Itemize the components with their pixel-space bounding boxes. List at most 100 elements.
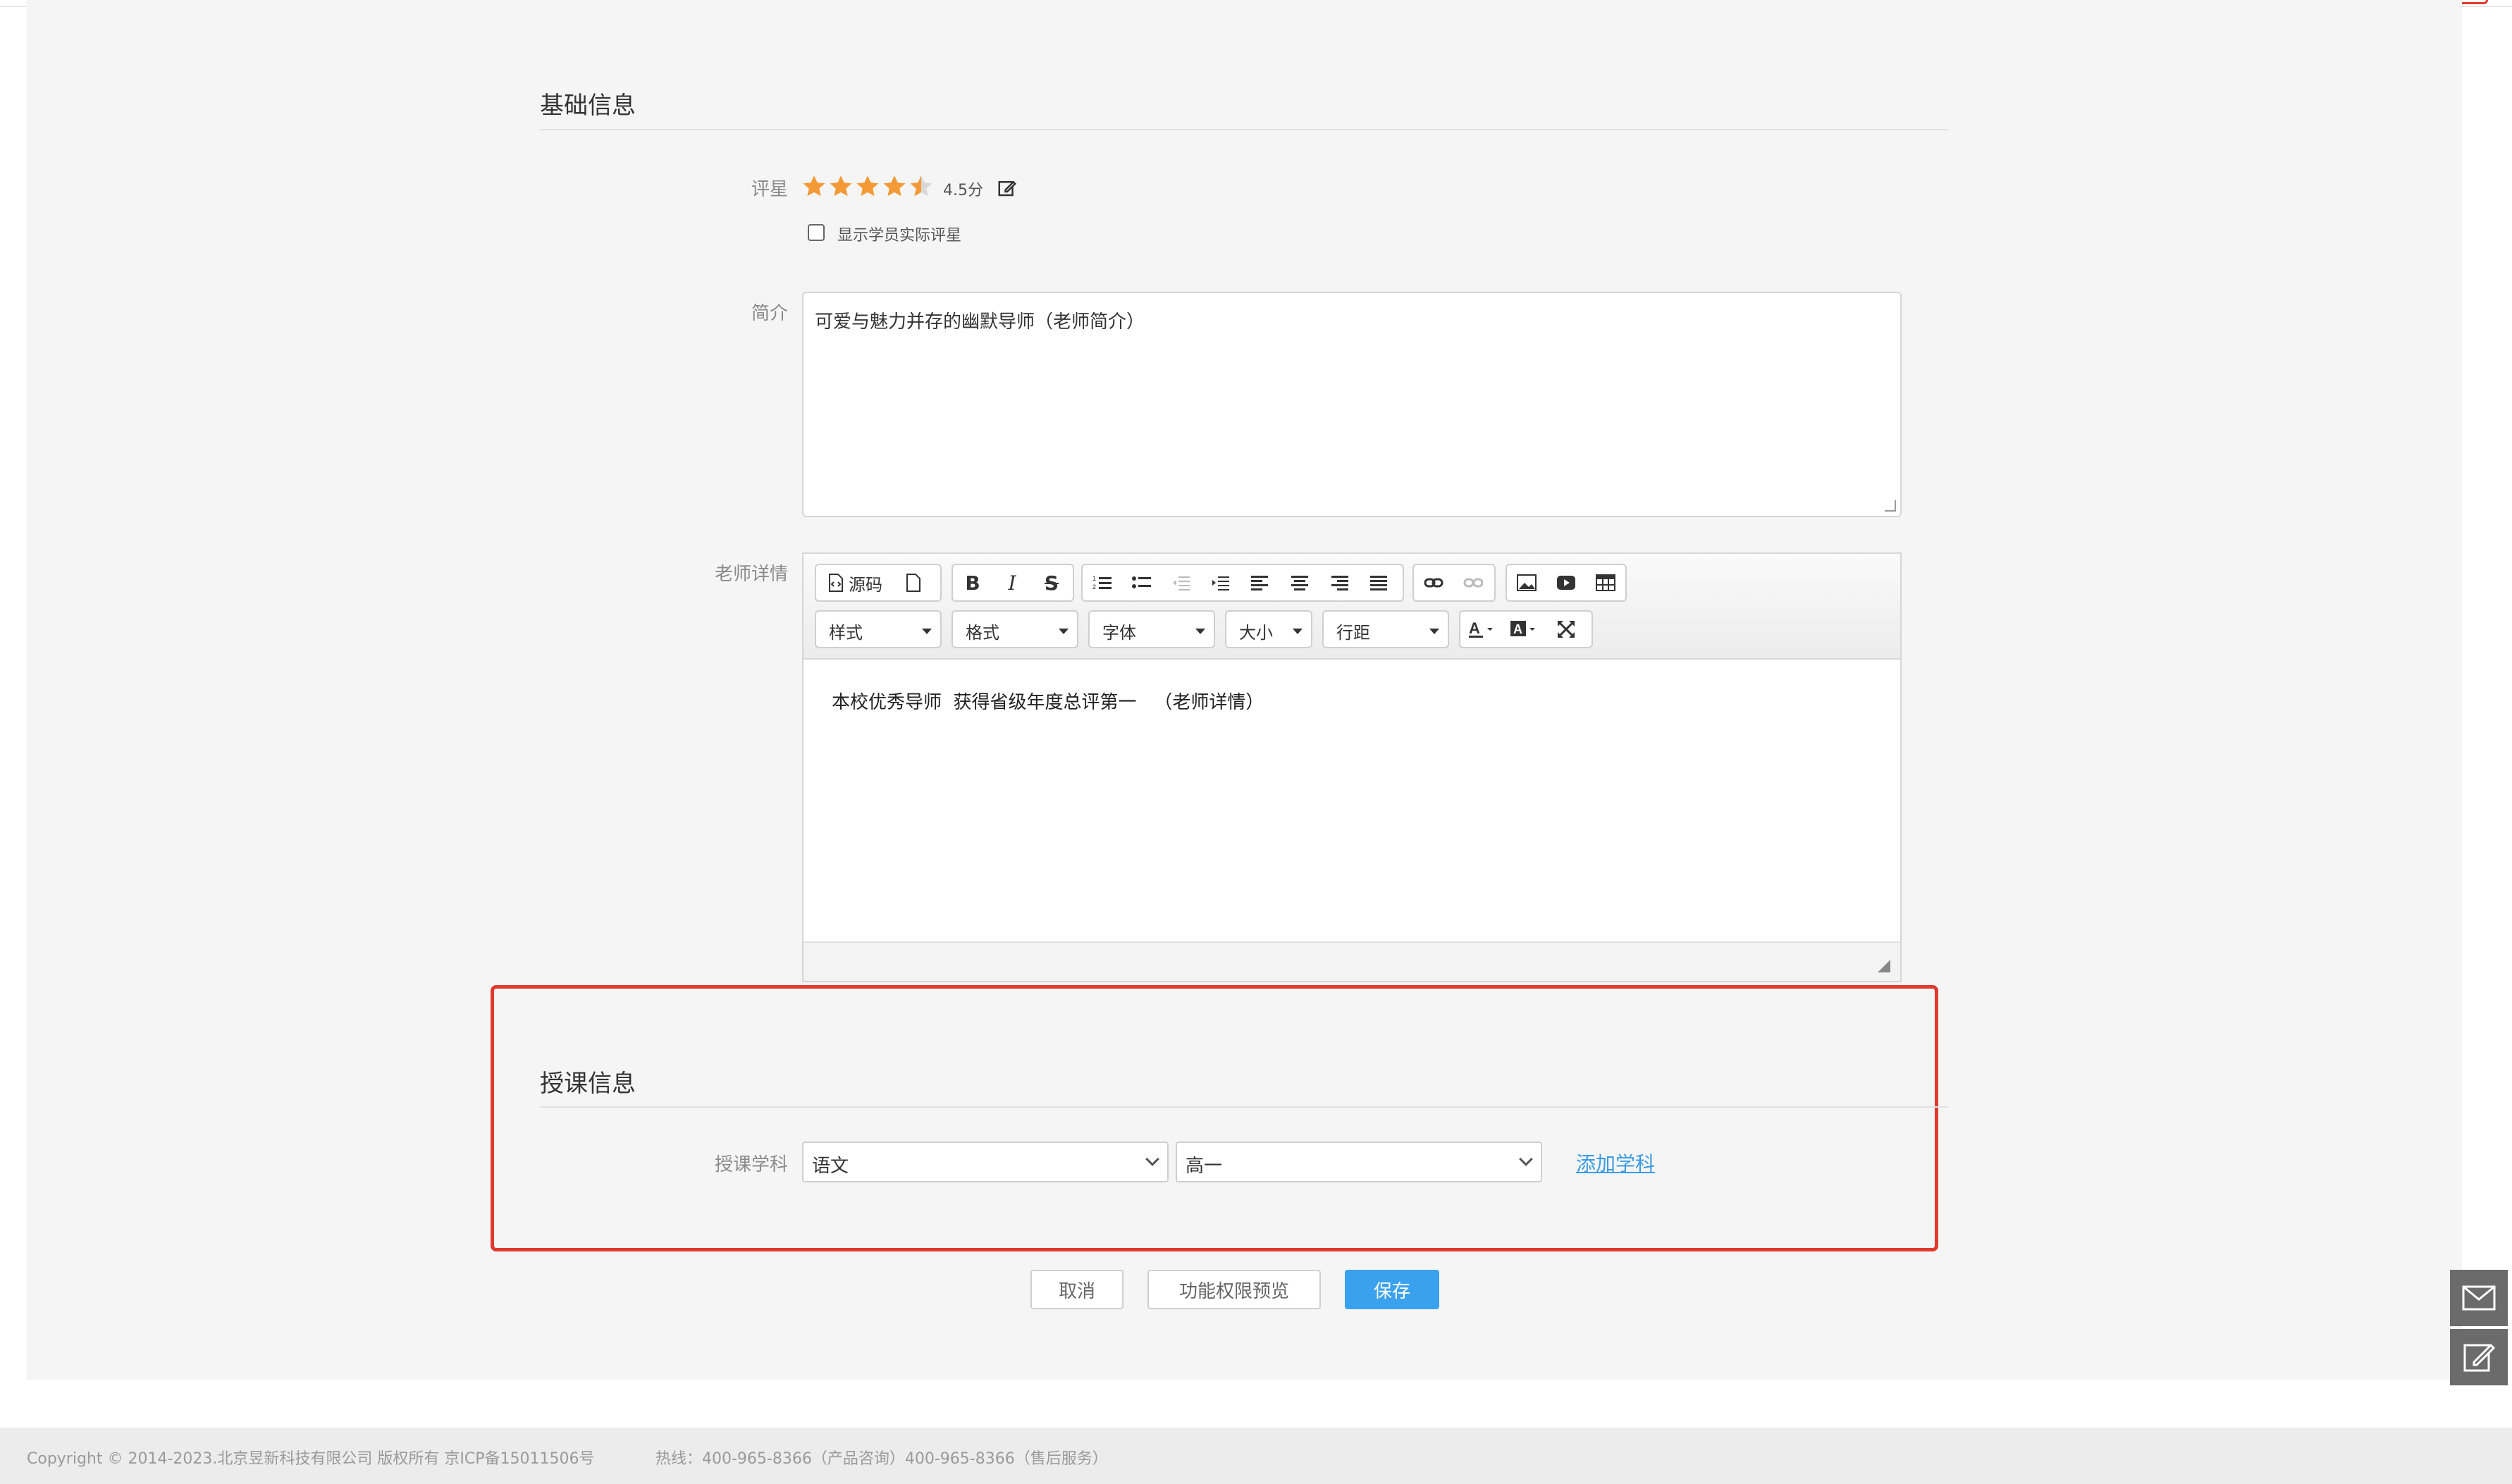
toolbar-group-paragraph: 12 bbox=[1081, 564, 1404, 602]
unlink-button[interactable] bbox=[1453, 565, 1493, 600]
show-actual-rating-checkbox[interactable] bbox=[808, 224, 825, 241]
text-color-button[interactable]: A bbox=[1460, 612, 1503, 647]
subject-select[interactable]: 语文 bbox=[802, 1142, 1169, 1182]
new-page-icon bbox=[906, 574, 921, 592]
basic-section-title: 基础信息 bbox=[540, 92, 636, 120]
chevron-down-icon bbox=[1059, 629, 1069, 634]
table-button[interactable] bbox=[1586, 565, 1625, 600]
side-feedback-button[interactable] bbox=[2450, 1329, 2508, 1385]
chevron-down-icon bbox=[1429, 629, 1439, 634]
half-star-icon[interactable] bbox=[908, 173, 935, 200]
indent-icon bbox=[1212, 576, 1229, 590]
outdent-button[interactable] bbox=[1162, 565, 1201, 600]
subject-label: 授课学科 bbox=[714, 1154, 788, 1175]
text-color-icon: A bbox=[1469, 619, 1493, 638]
link-button[interactable] bbox=[1414, 565, 1453, 600]
permission-preview-button[interactable]: 功能权限预览 bbox=[1147, 1270, 1321, 1309]
unlink-icon bbox=[1463, 578, 1483, 588]
indent-button[interactable] bbox=[1201, 565, 1240, 600]
video-button[interactable] bbox=[1546, 565, 1586, 600]
format-combo[interactable]: 格式 bbox=[952, 610, 1078, 648]
svg-text:1: 1 bbox=[1092, 575, 1096, 582]
maximize-icon bbox=[1558, 621, 1575, 638]
star-icon[interactable] bbox=[801, 173, 827, 200]
justify-button[interactable] bbox=[1359, 565, 1398, 600]
bg-color-button[interactable]: A bbox=[1503, 612, 1545, 647]
format-combo-label: 格式 bbox=[966, 623, 999, 643]
toolbar-group-document: 源码 bbox=[815, 564, 942, 602]
teach-section-divider bbox=[540, 1106, 1948, 1108]
star-icon[interactable] bbox=[881, 173, 908, 200]
justify-icon bbox=[1370, 576, 1387, 590]
grade-select[interactable]: 高一 bbox=[1176, 1142, 1542, 1182]
star-icon[interactable] bbox=[854, 173, 881, 200]
subject-select-value: 语文 bbox=[812, 1156, 849, 1177]
details-label: 老师详情 bbox=[714, 564, 788, 585]
image-button[interactable] bbox=[1507, 565, 1546, 600]
align-right-button[interactable] bbox=[1319, 565, 1359, 600]
editor-footer bbox=[804, 941, 1900, 981]
strikethrough-icon: S bbox=[1044, 571, 1059, 595]
resize-handle-icon[interactable] bbox=[1878, 960, 1890, 972]
unordered-list-icon bbox=[1132, 576, 1151, 588]
intro-label: 简介 bbox=[751, 303, 788, 324]
outdent-icon bbox=[1173, 576, 1190, 590]
chevron-down-icon bbox=[1195, 629, 1205, 634]
table-icon bbox=[1596, 574, 1615, 591]
toolbar-group-links bbox=[1412, 564, 1496, 602]
new-page-button[interactable] bbox=[894, 565, 933, 600]
unordered-list-button[interactable] bbox=[1122, 565, 1162, 600]
source-icon bbox=[829, 574, 843, 592]
style-combo[interactable]: 样式 bbox=[815, 610, 942, 648]
size-combo[interactable]: 大小 bbox=[1225, 610, 1312, 648]
toolbar-group-colors: A A bbox=[1459, 610, 1593, 648]
italic-icon: I bbox=[1008, 571, 1016, 595]
chevron-down-icon bbox=[1519, 1152, 1533, 1166]
side-mail-button[interactable] bbox=[2450, 1270, 2508, 1326]
video-icon bbox=[1557, 576, 1575, 590]
rating-score: 4.5分 bbox=[943, 182, 983, 199]
strikethrough-button[interactable]: S bbox=[1032, 565, 1071, 600]
toolbar-group-basic: B I S bbox=[952, 564, 1074, 602]
link-icon bbox=[1424, 578, 1443, 588]
editor-content[interactable]: 本校优秀导师 获得省级年度总评第一 （老师详情） bbox=[832, 688, 1264, 714]
teach-section-highlight bbox=[491, 985, 1938, 1251]
star-icon[interactable] bbox=[827, 173, 854, 200]
bold-button[interactable]: B bbox=[953, 565, 992, 600]
align-right-icon bbox=[1331, 576, 1348, 590]
svg-text:A: A bbox=[1469, 619, 1480, 637]
font-combo[interactable]: 字体 bbox=[1088, 610, 1215, 648]
line-height-combo[interactable]: 行距 bbox=[1322, 610, 1449, 648]
chevron-down-icon bbox=[1145, 1152, 1159, 1166]
font-combo-label: 字体 bbox=[1102, 623, 1136, 643]
source-button[interactable]: 源码 bbox=[816, 565, 894, 600]
footer-hotline: 热线：400-965-8366（产品咨询）400-965-8366（售后服务） bbox=[655, 1450, 1108, 1468]
rating-label: 评星 bbox=[751, 179, 788, 200]
add-subject-link[interactable]: 添加学科 bbox=[1576, 1149, 1655, 1177]
size-combo-label: 大小 bbox=[1239, 623, 1273, 643]
edit-icon[interactable] bbox=[997, 178, 1018, 199]
rating-stars[interactable] bbox=[801, 173, 935, 200]
basic-section-divider bbox=[540, 129, 1948, 130]
ordered-list-button[interactable]: 12 bbox=[1083, 565, 1122, 600]
bg-color-icon: A bbox=[1510, 621, 1535, 636]
grade-select-value: 高一 bbox=[1186, 1156, 1223, 1177]
intro-textarea[interactable]: 可爱与魅力并存的幽默导师（老师简介） bbox=[802, 292, 1902, 517]
chevron-down-icon bbox=[922, 629, 932, 634]
align-left-button[interactable] bbox=[1240, 565, 1280, 600]
italic-button[interactable]: I bbox=[992, 565, 1032, 600]
resize-grip-icon[interactable] bbox=[1885, 500, 1896, 512]
line-height-combo-label: 行距 bbox=[1336, 623, 1370, 643]
save-button[interactable]: 保存 bbox=[1345, 1270, 1439, 1309]
rich-text-editor: 源码 B I S 12 样式 格式 字体 大小 行距 A A 本校优秀导师 获得… bbox=[802, 552, 1902, 982]
align-center-button[interactable] bbox=[1280, 565, 1319, 600]
style-combo-label: 样式 bbox=[829, 623, 863, 643]
chevron-down-icon bbox=[1293, 629, 1303, 634]
align-center-icon bbox=[1291, 576, 1308, 590]
cancel-button[interactable]: 取消 bbox=[1030, 1270, 1123, 1309]
maximize-button[interactable] bbox=[1545, 612, 1587, 647]
toolbar-group-insert bbox=[1506, 564, 1627, 602]
image-icon bbox=[1517, 574, 1537, 591]
svg-text:A: A bbox=[1513, 622, 1522, 636]
footer-copyright: Copyright © 2014-2023.北京昱新科技有限公司 版权所有 京I… bbox=[27, 1450, 595, 1468]
